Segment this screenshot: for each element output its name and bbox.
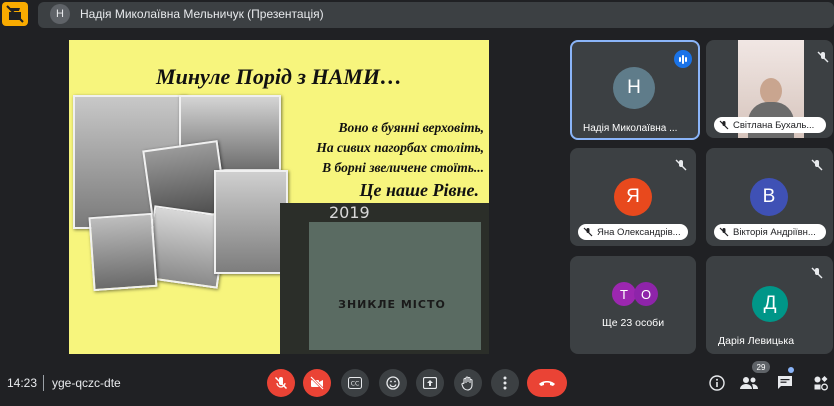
mic-off-icon xyxy=(719,120,729,130)
book-cover xyxy=(309,222,481,350)
avatar: О xyxy=(634,282,658,306)
presenter-avatar: Н xyxy=(50,4,70,24)
chat-icon xyxy=(778,376,792,389)
slide-poem: Воно в буянні верховіть, На сивих пагорб… xyxy=(269,118,484,178)
participant-name: Світлана Бухаль... xyxy=(733,119,815,131)
people-icon xyxy=(740,377,758,389)
others-tile[interactable]: Т О Ще 23 особи xyxy=(570,256,696,354)
end-call-button[interactable] xyxy=(527,369,567,397)
slide-tagline: Це наше Рівне. xyxy=(359,180,480,200)
participant-name-pill: Світлана Бухаль... xyxy=(714,117,826,133)
participant-name-pill: Яна Олександрів... xyxy=(578,224,688,240)
mic-off-button[interactable] xyxy=(267,369,295,397)
info-icon xyxy=(709,375,725,391)
participant-tile[interactable]: В Вікторія Андріївн... xyxy=(706,148,833,246)
more-options-button[interactable] xyxy=(491,369,519,397)
participant-tile[interactable]: Н Надія Миколаївна ... xyxy=(570,40,700,140)
mic-off-icon xyxy=(816,50,830,64)
meeting-code[interactable]: yge-qczc-dte xyxy=(52,376,121,390)
end-call-icon xyxy=(539,381,555,386)
mic-off-icon xyxy=(810,266,824,280)
present-icon xyxy=(423,377,437,389)
captions-button[interactable]: CC xyxy=(341,369,369,397)
participant-name: Надія Миколаївна ... xyxy=(583,123,678,134)
others-count-label: Ще 23 особи xyxy=(601,317,665,329)
mic-off-icon xyxy=(583,227,593,237)
chat-button[interactable] xyxy=(774,372,796,394)
camera-off-button[interactable] xyxy=(303,369,331,397)
mic-off-icon xyxy=(719,227,729,237)
participant-name-pill: Вікторія Андріївн... xyxy=(714,224,826,240)
participant-tile[interactable]: Д Дарія Левицька xyxy=(706,256,833,354)
avatar: Д xyxy=(752,286,788,322)
presentation-slide[interactable]: Минуле Порід з НАМИ… Воно в буянні верхо… xyxy=(69,40,489,354)
participant-name: Яна Олександрів... xyxy=(597,226,681,238)
clock: 14:23 xyxy=(7,376,38,390)
poem-line: Воно в буянні верховіть, xyxy=(338,120,484,135)
avatar: Т xyxy=(612,282,636,306)
avatar: В xyxy=(750,178,788,216)
mic-off-icon xyxy=(810,158,824,172)
activities-button[interactable] xyxy=(810,372,832,394)
photo-hall xyxy=(214,170,288,274)
photo-square xyxy=(88,212,158,292)
participant-tile[interactable]: Я Яна Олександрів... xyxy=(570,148,696,246)
avatar: Я xyxy=(614,178,652,216)
slide-title: Минуле Порід з НАМИ… xyxy=(156,64,402,89)
warning-icon[interactable] xyxy=(2,2,28,26)
mic-off-icon xyxy=(274,376,288,390)
participant-name: Вікторія Андріївн... xyxy=(733,226,816,238)
mic-off-icon xyxy=(674,158,688,172)
raise-hand-icon xyxy=(461,375,473,391)
more-icon xyxy=(503,376,507,390)
meeting-info-button[interactable] xyxy=(706,372,728,394)
svg-text:CC: CC xyxy=(351,381,359,388)
captions-icon: CC xyxy=(348,377,362,389)
book-title: ЗНИКЛЕ МІСТО xyxy=(338,298,446,311)
emoji-icon xyxy=(386,376,400,390)
present-button[interactable] xyxy=(416,369,444,397)
emoji-button[interactable] xyxy=(379,369,407,397)
poem-line: В борні звеличене стоїть... xyxy=(322,160,484,175)
speaking-icon xyxy=(674,50,692,68)
camera-off-icon xyxy=(310,376,324,390)
avatar: Н xyxy=(613,67,655,109)
participant-name: Дарія Левицька xyxy=(718,335,795,347)
participant-tile[interactable]: Світлана Бухаль... xyxy=(706,40,833,138)
people-button[interactable] xyxy=(738,372,760,394)
divider xyxy=(43,375,44,391)
poem-line: На сивих пагорбах століть, xyxy=(316,140,484,155)
presenter-label: Надія Миколаївна Мельничук (Презентація) xyxy=(80,7,324,21)
raise-hand-button[interactable] xyxy=(454,369,482,397)
activities-icon xyxy=(814,376,828,391)
book-year: 2019 xyxy=(329,203,370,222)
person-head xyxy=(760,78,782,104)
